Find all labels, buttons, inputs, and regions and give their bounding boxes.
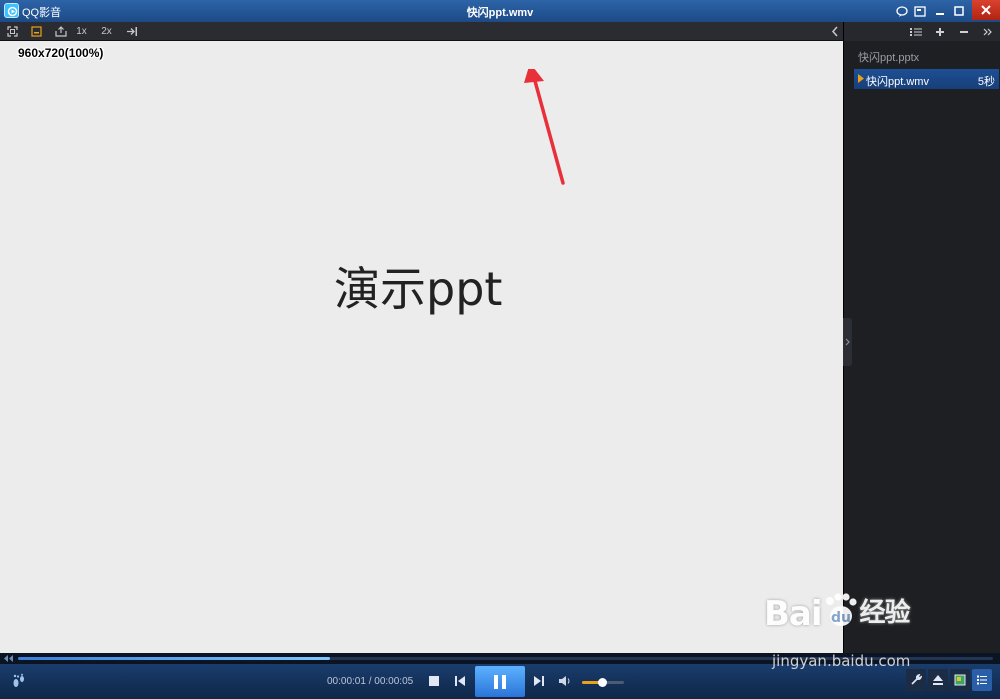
watermark-brand: Bai [764,594,823,634]
panel-collapse-handle[interactable] [843,318,852,366]
svg-text:du: du [831,610,851,626]
playlist-panel: 快闪ppt.pptx 快闪ppt.wmv 5秒 [843,22,1000,653]
eject-icon[interactable] [928,669,948,691]
chevron-left-icon[interactable] [827,24,842,39]
speed-2x-button[interactable]: 2x [99,24,114,39]
speed-1x-button[interactable]: 1x [74,24,89,39]
mini-mode-icon[interactable] [911,2,929,20]
pin-icon[interactable] [124,24,139,39]
next-button[interactable] [533,675,545,687]
paw-logo-icon: du [825,593,857,626]
list-mode-icon[interactable] [908,24,924,39]
playlist-toolbar [844,22,1000,41]
double-chevron-right-icon[interactable] [980,24,996,39]
time-display: 00:00:01 / 00:00:05 [327,676,414,687]
maximize-button[interactable] [950,2,968,20]
playlist-item-name: 快闪ppt.wmv [866,76,929,88]
playlist-item-duration: 5秒 [977,76,995,88]
playing-marker-icon [858,74,864,83]
footprint-icon[interactable] [11,673,27,689]
playlist-toggle-icon[interactable] [972,669,992,691]
window-title: 快闪ppt.wmv [466,7,534,19]
close-button[interactable] [972,0,1000,20]
red-annotation-arrow [524,69,565,185]
baidu-jingyan-watermark: Bai du 经验 jingyan.baidu.com [764,592,911,670]
volume-icon[interactable] [558,675,571,687]
rewind-icon[interactable] [3,654,14,663]
volume-knob[interactable] [597,678,607,687]
pause-icon [494,674,506,689]
tools-wrench-icon[interactable] [906,669,926,691]
video-display[interactable]: 960x720(100%) 演示ppt [0,41,843,653]
add-icon[interactable] [932,24,948,39]
fullscreen-icon[interactable] [5,24,20,39]
pause-button[interactable] [475,666,525,697]
screenshot-icon[interactable] [53,24,68,39]
remove-icon[interactable] [956,24,972,39]
stop-button[interactable] [429,676,439,686]
watermark-jingyan-cn: 经验 [859,598,911,628]
volume-slider[interactable] [582,678,624,687]
minimize-button[interactable] [931,2,949,20]
progress-fill [18,657,330,660]
resolution-label: 960x720(100%) [18,46,104,60]
watermark-site: jingyan.baidu.com [772,652,911,670]
previous-button[interactable] [454,675,466,687]
video-toolbar: 1x 2x [0,22,844,41]
title-bar: QQ影音 快闪ppt.wmv [0,0,1000,22]
playlist-item[interactable]: 快闪ppt.wmv 5秒 [854,69,999,89]
playlist-group-title[interactable]: 快闪ppt.pptx [858,49,919,65]
slide-text: 演示ppt [334,262,503,316]
picture-icon[interactable] [950,669,970,691]
chevron-right-icon [845,338,850,346]
subtitle-icon[interactable] [29,24,44,39]
skin-icon[interactable] [893,2,911,20]
